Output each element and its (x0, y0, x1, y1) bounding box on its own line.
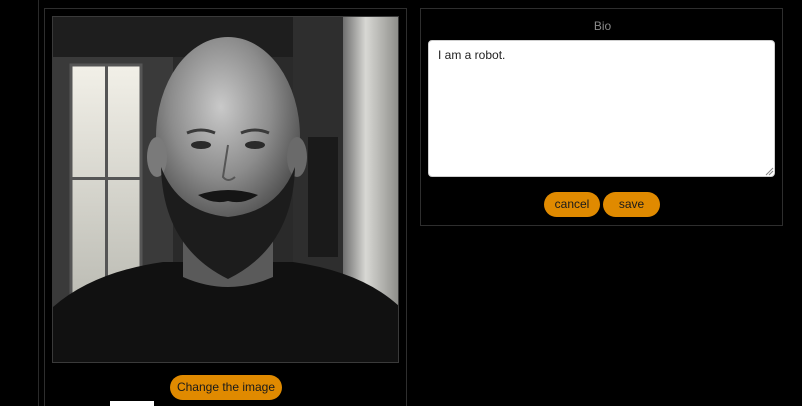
change-image-button[interactable]: Change the image (170, 375, 282, 400)
profile-photo (52, 16, 399, 363)
save-button[interactable]: save (603, 192, 660, 217)
profile-edit-page: Change the image Bio I am a robot. cance… (0, 0, 802, 406)
cancel-button[interactable]: cancel (544, 192, 600, 217)
image-upload-indicator (110, 401, 154, 406)
resize-grip-icon[interactable] (765, 167, 774, 176)
profile-photo-image (53, 17, 398, 362)
bio-textarea[interactable]: I am a robot. (428, 40, 775, 177)
bio-title: Bio (593, 19, 612, 33)
